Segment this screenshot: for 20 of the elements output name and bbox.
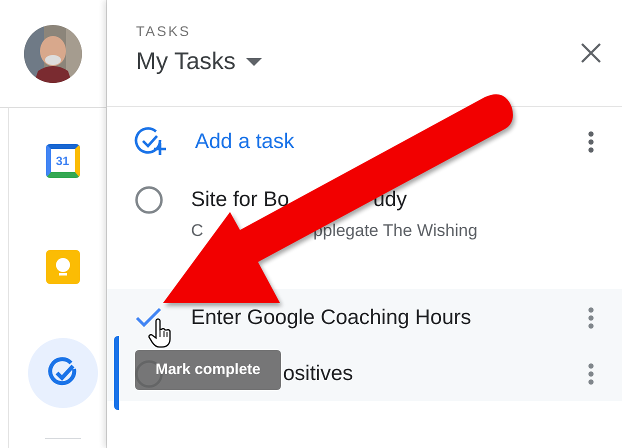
tooltip: Mark complete [135, 350, 281, 390]
more-options-icon[interactable] [588, 307, 594, 329]
complete-circle-icon[interactable] [134, 185, 164, 215]
task-details: pplegate The Wishing [313, 220, 478, 242]
close-icon[interactable] [580, 42, 602, 64]
task-details: C [191, 220, 204, 242]
hand-cursor-icon [148, 318, 172, 348]
calendar-icon[interactable]: 31 [46, 144, 80, 178]
more-options-icon[interactable] [588, 363, 594, 385]
list-selector[interactable]: My Tasks [136, 46, 262, 78]
task-row[interactable]: Enter Google Coaching Hours [107, 289, 622, 345]
task-title: Enter Google Coaching Hours [191, 305, 472, 331]
dropdown-caret-icon [246, 58, 262, 66]
task-title: Site for Bo [191, 187, 290, 213]
task-title: ositives [283, 361, 354, 387]
task-title: udy [373, 187, 407, 213]
add-task-button[interactable]: Add a task [195, 126, 588, 158]
add-task-icon [134, 127, 166, 157]
more-options-icon[interactable] [588, 131, 594, 153]
panel-label: TASKS [136, 22, 192, 40]
